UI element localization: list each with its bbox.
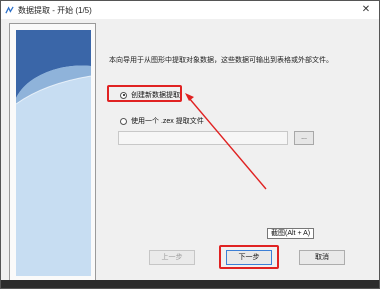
- dialog-content: 本向导用于从图形中提取对象数据，这些数据可输出到表格或外部文件。 创建新数据提取…: [1, 19, 379, 281]
- annotation-highlight-next: [219, 245, 279, 269]
- intro-text: 本向导用于从图形中提取对象数据，这些数据可输出到表格或外部文件。: [109, 57, 333, 64]
- title-bar[interactable]: 数据提取 - 开始 (1/5) ✕: [1, 1, 379, 19]
- annotation-highlight-create: [107, 85, 182, 102]
- wizard-illustration: [9, 23, 96, 281]
- browse-button[interactable]: ...: [294, 131, 314, 145]
- page-curl-illustration: [10, 24, 95, 280]
- close-icon[interactable]: ✕: [359, 3, 373, 17]
- option-use-file[interactable]: 使用一个 .zex 提取文件: [120, 116, 204, 126]
- radio-use-file[interactable]: [120, 117, 127, 125]
- data-extraction-dialog: 数据提取 - 开始 (1/5) ✕ 本向导用于从图形中提取对象数据，这些数据可输…: [0, 0, 380, 289]
- cancel-button[interactable]: 取消: [299, 250, 345, 265]
- bottom-strip: [1, 280, 379, 288]
- screenshot-tooltip: 截图(Alt + A): [267, 228, 315, 239]
- file-path-field[interactable]: [118, 131, 288, 145]
- option-use-label: 使用一个 .zex 提取文件: [131, 118, 204, 125]
- back-button[interactable]: 上一步: [149, 250, 195, 265]
- app-icon: [5, 5, 14, 15]
- window-title: 数据提取 - 开始 (1/5): [18, 5, 92, 15]
